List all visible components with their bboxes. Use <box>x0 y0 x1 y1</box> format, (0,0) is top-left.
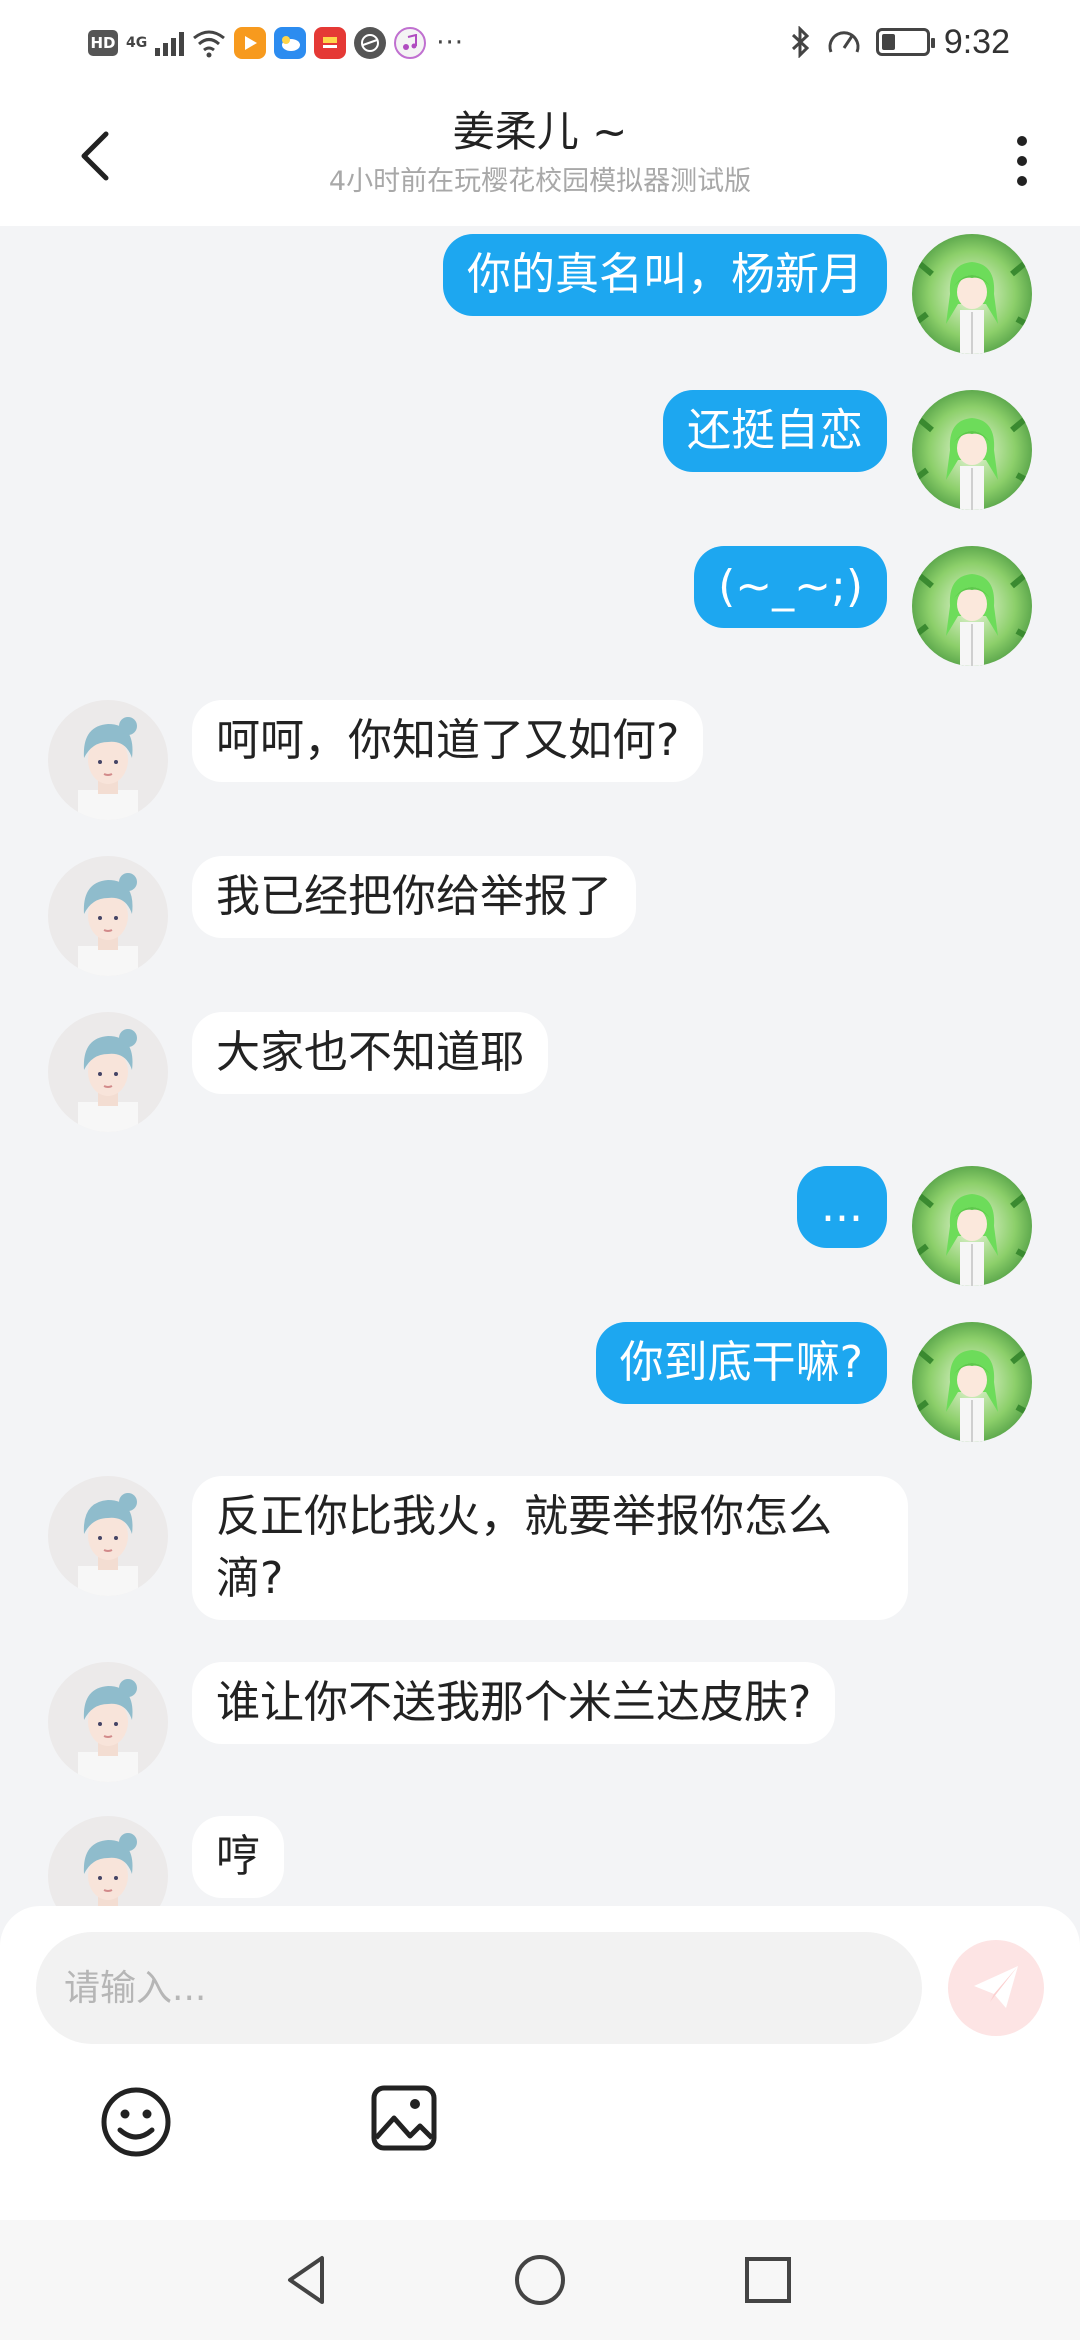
message-bubble-outgoing[interactable]: 你的真名叫，杨新月 <box>443 234 887 316</box>
message-bubble-incoming[interactable]: 谁让你不送我那个米兰达皮肤? <box>192 1662 836 1744</box>
system-nav-bar <box>0 2220 1080 2340</box>
speedometer-icon <box>828 31 860 53</box>
message-row: (~_~;) <box>0 546 1080 666</box>
blue-hair-avatar-icon <box>48 1012 168 1132</box>
message-row: 哼 <box>0 1816 1080 1906</box>
status-right: 9:32 <box>790 16 1010 68</box>
bluetooth-icon <box>791 26 809 58</box>
message-bubble-incoming[interactable]: 哼 <box>192 1816 284 1898</box>
message-bubble-outgoing[interactable]: 你到底干嘛? <box>595 1322 887 1404</box>
send-button[interactable] <box>948 1940 1044 2036</box>
my-avatar[interactable] <box>912 1322 1032 1442</box>
more-options-button[interactable] <box>992 126 1052 196</box>
green-hair-avatar-icon <box>912 1166 1032 1286</box>
message-list[interactable]: 你的真名叫，杨新月 还挺自恋 (~_~;) 呵呵，你知道了又如何? 我已经把你给… <box>0 226 1080 1906</box>
message-row: 你到底干嘛? <box>0 1322 1080 1442</box>
message-bubble-outgoing[interactable]: (~_~;) <box>694 546 887 628</box>
triangle-back-icon <box>288 2256 324 2304</box>
weather-app-icon <box>274 27 307 59</box>
message-bubble-incoming[interactable]: 反正你比我火，就要举报你怎么滴? <box>192 1476 908 1620</box>
message-bubble-outgoing[interactable]: ... <box>797 1166 887 1248</box>
image-button[interactable] <box>368 2082 440 2154</box>
hd-indicator: HD <box>88 30 118 56</box>
send-icon <box>974 1966 1018 2008</box>
message-row: 反正你比我火，就要举报你怎么滴? <box>0 1476 1080 1626</box>
message-row: 谁让你不送我那个米兰达皮肤? <box>0 1662 1080 1782</box>
title-block: 姜柔儿 ~ 4小时前在玩樱花校园模拟器测试版 <box>200 104 880 200</box>
green-hair-avatar-icon <box>912 546 1032 666</box>
contact-name[interactable]: 姜柔儿 ~ <box>200 104 880 160</box>
my-avatar[interactable] <box>912 546 1032 666</box>
music-app-icon <box>394 27 427 59</box>
contact-avatar[interactable] <box>48 1662 168 1782</box>
emoji-button[interactable] <box>96 2082 176 2162</box>
message-row: 你的真名叫，杨新月 <box>0 234 1080 354</box>
green-hair-avatar-icon <box>912 1322 1032 1442</box>
message-bubble-incoming[interactable]: 大家也不知道耶 <box>192 1012 548 1094</box>
signal-icon <box>155 30 185 56</box>
battery-fill <box>881 34 895 50</box>
more-vertical-icon <box>1017 136 1027 186</box>
blue-hair-avatar-icon <box>48 1662 168 1782</box>
status-left: HD 4G ··· <box>88 18 464 68</box>
blue-hair-avatar-icon <box>48 1816 168 1906</box>
blue-hair-avatar-icon <box>48 700 168 820</box>
square-recent-icon <box>745 2257 791 2303</box>
chevron-left-icon <box>81 131 109 181</box>
my-avatar[interactable] <box>912 1166 1032 1286</box>
message-row: 我已经把你给举报了 <box>0 856 1080 976</box>
green-hair-avatar-icon <box>912 390 1032 510</box>
battery-icon <box>875 28 935 56</box>
status-bar: HD 4G ··· 9:32 <box>0 0 1080 86</box>
nav-back-button[interactable] <box>278 2250 338 2310</box>
message-row: 呵呵，你知道了又如何? <box>0 700 1080 820</box>
contact-avatar[interactable] <box>48 700 168 820</box>
nav-home-button[interactable] <box>510 2250 570 2310</box>
network-type: 4G <box>126 35 148 51</box>
contact-avatar[interactable] <box>48 1816 168 1906</box>
message-bubble-outgoing[interactable]: 还挺自恋 <box>663 390 887 472</box>
my-avatar[interactable] <box>912 390 1032 510</box>
back-button[interactable] <box>66 126 126 186</box>
contact-avatar[interactable] <box>48 856 168 976</box>
message-row: 还挺自恋 <box>0 390 1080 510</box>
message-input[interactable] <box>36 1932 922 2044</box>
news-app-icon <box>314 27 347 59</box>
message-row: 大家也不知道耶 <box>0 1012 1080 1132</box>
nav-recent-button[interactable] <box>738 2250 798 2310</box>
blue-hair-avatar-icon <box>48 1476 168 1596</box>
message-bubble-incoming[interactable]: 呵呵，你知道了又如何? <box>192 700 704 782</box>
composer <box>0 1906 1080 2220</box>
more-notifications: ··· <box>436 28 465 58</box>
video-app-icon <box>234 27 267 59</box>
circle-home-icon <box>515 2255 565 2305</box>
contact-status: 4小时前在玩樱花校园模拟器测试版 <box>328 166 752 197</box>
contact-avatar[interactable] <box>48 1012 168 1132</box>
contact-avatar[interactable] <box>48 1476 168 1596</box>
green-hair-avatar-icon <box>912 234 1032 354</box>
browser-app-icon <box>354 27 387 59</box>
message-row: ... <box>0 1166 1080 1286</box>
clock: 9:32 <box>943 22 1010 61</box>
wifi-icon <box>193 30 226 58</box>
blue-hair-avatar-icon <box>48 856 168 976</box>
image-icon <box>371 2085 437 2151</box>
emoji-icon <box>101 2087 171 2157</box>
my-avatar[interactable] <box>912 234 1032 354</box>
message-bubble-incoming[interactable]: 我已经把你给举报了 <box>192 856 636 938</box>
chat-header: 姜柔儿 ~ 4小时前在玩樱花校园模拟器测试版 <box>0 86 1080 226</box>
